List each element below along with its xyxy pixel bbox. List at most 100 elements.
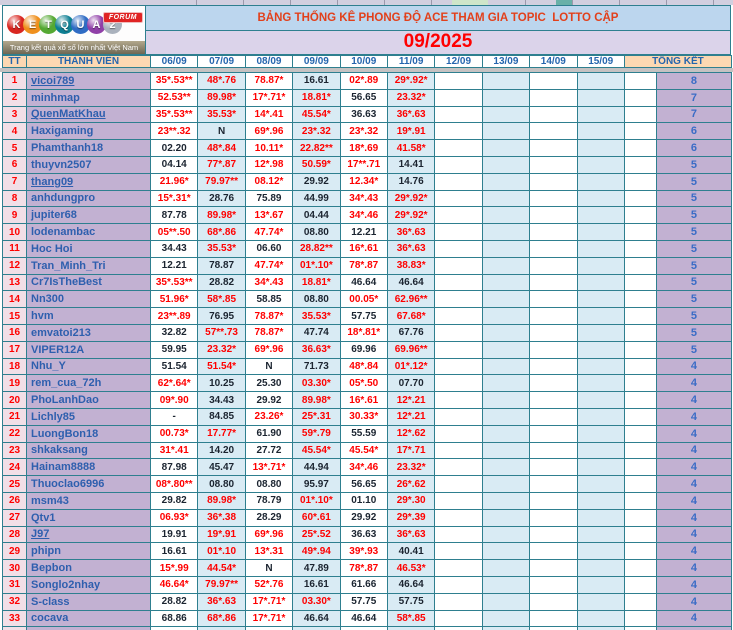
- score-cell: 47.74*: [245, 257, 294, 275]
- score-cell: [577, 526, 625, 544]
- score-cell: 00.05*: [340, 291, 388, 309]
- total-cell: 5: [656, 224, 732, 241]
- score-cell: 19.91: [151, 526, 199, 544]
- score-cell: [577, 123, 625, 141]
- date-header: 12/09: [435, 56, 483, 68]
- score-cell: 57.75: [340, 593, 388, 611]
- date-header: 11/09: [387, 56, 436, 68]
- score-cell: [435, 459, 483, 477]
- score-cell: [577, 156, 625, 174]
- score-cell: [435, 375, 483, 393]
- total-cell: 5: [656, 156, 732, 174]
- score-cell: 29*.92*: [387, 190, 436, 208]
- score-cell: 16*.61: [340, 392, 388, 409]
- score-cell: [482, 291, 531, 309]
- spacer-cell: [624, 375, 657, 393]
- score-cell: 55.59: [340, 425, 388, 443]
- total-cell: 4: [656, 526, 732, 544]
- score-cell: 04.14: [151, 156, 199, 174]
- score-cell: 05*.50: [340, 375, 388, 393]
- score-cell: [577, 509, 625, 527]
- spacer-cell: [624, 123, 657, 141]
- col-header-tt: TT: [3, 56, 27, 68]
- row-index: 12: [3, 257, 27, 275]
- member-name[interactable]: vicoi789: [27, 73, 151, 90]
- score-cell: [482, 224, 531, 241]
- score-cell: 62*.64*: [151, 375, 199, 393]
- total-cell: 4: [656, 560, 732, 577]
- score-cell: [482, 560, 531, 577]
- row-index: 17: [3, 341, 27, 359]
- score-cell: 52.53**: [151, 89, 199, 107]
- score-cell: 87.78: [151, 207, 199, 225]
- score-cell: 77*.87: [198, 156, 246, 174]
- total-cell: 4: [656, 375, 732, 393]
- score-cell: [577, 425, 625, 443]
- member-name: Lichly85: [27, 408, 151, 426]
- row-index: 30: [3, 560, 27, 577]
- score-cell: [530, 425, 578, 443]
- score-cell: [435, 425, 483, 443]
- score-cell: 08.80: [293, 291, 341, 309]
- score-cell: 25.30: [245, 375, 294, 393]
- total-cell: 5: [656, 240, 732, 258]
- score-cell: 19*.91: [387, 123, 436, 141]
- score-cell: [435, 207, 483, 225]
- score-cell: 10.25: [198, 375, 246, 393]
- score-cell: 95.97: [293, 476, 341, 493]
- total-cell: 5: [656, 173, 732, 191]
- score-cell: 18.81*: [293, 89, 341, 107]
- col-header-total: TỔNG KẾT: [624, 56, 732, 68]
- score-cell: [577, 543, 625, 561]
- score-cell: [435, 274, 483, 292]
- score-cell: [530, 257, 578, 275]
- score-cell: 51.54*: [198, 358, 246, 376]
- score-cell: 23*.32: [293, 123, 341, 141]
- score-cell: 08.80: [293, 224, 341, 241]
- member-name: phipn: [27, 543, 151, 561]
- score-cell: 01*.10*: [293, 257, 341, 275]
- score-cell: [530, 274, 578, 292]
- total-cell: 4: [656, 610, 732, 628]
- score-cell: 48*.84: [340, 358, 388, 376]
- member-name[interactable]: QuenMatKhau: [27, 106, 151, 124]
- spacer-cell: [624, 190, 657, 208]
- row-index: 13: [3, 274, 27, 292]
- score-cell: 36.63: [340, 106, 388, 124]
- score-cell: [577, 593, 625, 611]
- total-cell: 5: [656, 257, 732, 275]
- score-cell: [530, 240, 578, 258]
- total-cell: 4: [656, 593, 732, 611]
- score-cell: [577, 257, 625, 275]
- score-cell: 44.54*: [198, 560, 246, 577]
- total-cell: 6: [656, 140, 732, 157]
- score-cell: 34.43: [198, 392, 246, 409]
- member-name[interactable]: J97: [27, 526, 151, 544]
- score-cell: 60*.61: [293, 509, 341, 527]
- score-cell: 32.82: [151, 324, 199, 342]
- spacer-cell: [624, 442, 657, 460]
- score-cell: [530, 526, 578, 544]
- score-cell: 78*.87: [340, 257, 388, 275]
- date-header: 08/09: [245, 56, 294, 68]
- score-cell: [530, 509, 578, 527]
- score-cell: 68*.86: [198, 224, 246, 241]
- lotto-stats-board: KETQUA2 FORUM Trang kết quả xổ số lớn nh…: [0, 0, 733, 630]
- spacer-cell: [624, 425, 657, 443]
- score-cell: 03.30*: [293, 593, 341, 611]
- score-cell: 19*.91: [198, 526, 246, 544]
- row-index: 28: [3, 526, 27, 544]
- member-name[interactable]: thang09: [27, 173, 151, 191]
- score-cell: 08.12*: [245, 173, 294, 191]
- score-cell: [435, 509, 483, 527]
- score-cell: 36.63*: [293, 341, 341, 359]
- score-cell: 29.92: [245, 392, 294, 409]
- member-name: Songlo2nhay: [27, 576, 151, 594]
- score-cell: [435, 123, 483, 141]
- member-name: emvatoi213: [27, 324, 151, 342]
- row-index: 3: [3, 106, 27, 124]
- score-cell: 46.64: [340, 274, 388, 292]
- spacer-cell: [624, 392, 657, 409]
- score-cell: 36*.63: [387, 526, 436, 544]
- score-cell: 29.82: [151, 492, 199, 510]
